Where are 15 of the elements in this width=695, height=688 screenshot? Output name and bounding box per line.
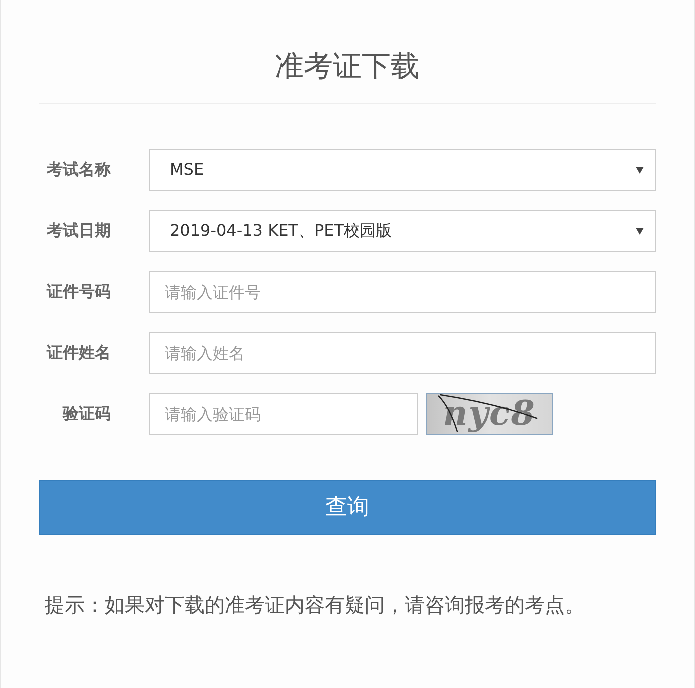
field-label: 考试名称 [47,160,111,179]
select-field[interactable]: 2019-04-13 KET、PET校园版 [149,210,656,252]
field-label: 考试日期 [47,221,111,240]
field-label: 证件号码 [47,282,111,301]
field-label: 验证码 [63,404,111,423]
field-label: 证件姓名 [47,343,111,362]
dropdown-caret-icon [636,228,644,234]
text-input-field[interactable]: 请输入证件号 [149,271,656,313]
page-title: 准考证下载 [274,48,421,85]
select-field[interactable]: MSE [149,149,656,191]
captcha-input-field[interactable]: 请输入验证码 [149,393,418,435]
query-button[interactable]: 查询 [39,480,656,535]
dropdown-caret-icon [636,166,644,174]
text-input-field[interactable]: 请输入姓名 [149,332,656,374]
tip-text: 提示：如果对下载的准考证内容有疑问，请咨询报考的考点。 [44,592,586,619]
